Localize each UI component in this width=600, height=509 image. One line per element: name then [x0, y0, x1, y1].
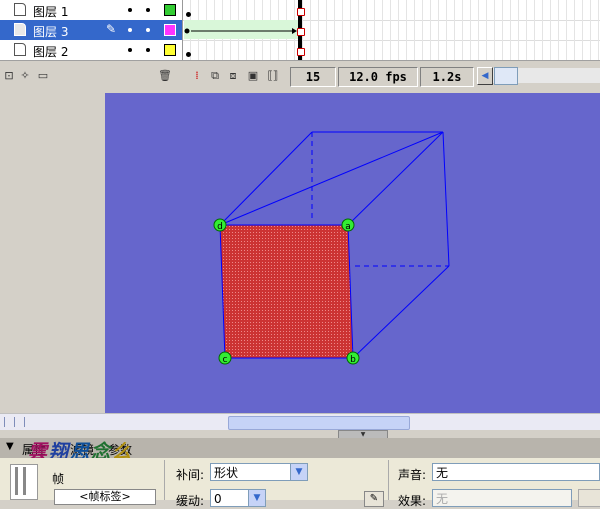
front-face-shape [219, 224, 354, 359]
trash-icon[interactable]: 🗑 [158, 69, 172, 83]
shape-hint-b: b [346, 351, 360, 365]
insert-folder-icon[interactable]: ▭ [36, 69, 50, 83]
scroll-left-button[interactable]: ◀ [477, 67, 493, 85]
visibility-dot[interactable] [128, 8, 132, 12]
current-frame-field: 15 [290, 67, 336, 87]
effect-label: 效果: [398, 494, 427, 508]
shape-tween-span[interactable] [184, 20, 299, 39]
frame-label: 帧 [52, 472, 65, 486]
layer-row-3[interactable]: 图层 3 ✎ [0, 20, 182, 41]
stage-drawing: d a c b [213, 131, 450, 365]
playhead-marker [297, 28, 305, 36]
tween-dropdown[interactable]: 形状 ▼ [210, 463, 308, 481]
edit-ease-button[interactable]: ✎ [364, 491, 384, 507]
frame-row[interactable] [183, 20, 600, 41]
frame-row[interactable] [183, 0, 600, 21]
ease-value: 0 [214, 492, 222, 506]
edit-sound-button[interactable] [578, 489, 600, 507]
outline-color-swatch[interactable] [164, 24, 176, 36]
pencil-icon: ✎ [106, 22, 117, 36]
shape-hint-c: c [218, 351, 232, 365]
sound-label: 声音: [398, 468, 427, 482]
svg-text:b: b [350, 355, 356, 365]
frame-thumbnail [10, 464, 38, 500]
cube-edge [352, 265, 450, 359]
lock-dot[interactable] [146, 8, 150, 12]
svg-text:c: c [223, 355, 228, 365]
keyframe-dot[interactable] [186, 52, 191, 57]
layer-icon [14, 43, 26, 56]
properties-panel: 帧 <帧标签> 补间: 形状 ▼ 缓动: 0 ▼ ✎ 声音: 无 效果: 无 [0, 458, 600, 508]
tween-arrow-icon [184, 28, 297, 34]
svg-text:a: a [345, 222, 351, 232]
cube-edge [219, 131, 313, 226]
timeline-scroll-thumb[interactable] [494, 67, 518, 85]
playhead-marker [297, 48, 305, 56]
layer-row-2[interactable]: 图层 2 [0, 40, 182, 61]
sound-value: 无 [436, 466, 449, 480]
chevron-down-icon[interactable]: ▼ [290, 464, 307, 480]
center-frame-icon[interactable]: ⁞ [190, 69, 204, 83]
frames-area[interactable] [182, 0, 600, 61]
stage-canvas[interactable]: d a c b [105, 93, 600, 413]
effect-dropdown[interactable]: 无 [432, 489, 572, 507]
collapse-triangle-icon[interactable]: ▼ [6, 441, 14, 452]
stage-scroll-thumb[interactable] [228, 416, 410, 430]
modify-onion-markers-icon[interactable]: ⟦⟧ [266, 69, 280, 83]
frame-row[interactable] [183, 40, 600, 61]
svg-text:d: d [217, 222, 223, 232]
chevron-down-icon[interactable]: ▼ [248, 490, 265, 506]
layer-name: 图层 1 [33, 5, 69, 19]
add-guide-layer-icon[interactable]: ✧ [18, 69, 32, 83]
insert-layer-icon[interactable]: ⊡ [2, 69, 16, 83]
onion-outline-icon[interactable]: ⧈ [226, 69, 240, 83]
tween-value: 形状 [214, 466, 239, 480]
layer-name: 图层 2 [33, 45, 69, 59]
onion-skin-icon[interactable]: ⧉ [208, 69, 222, 83]
stage-horizontal-scrollbar[interactable] [0, 413, 600, 431]
layer-icon [14, 23, 26, 36]
outline-color-swatch[interactable] [164, 44, 176, 56]
layer-icon [14, 3, 26, 16]
playhead-marker [297, 8, 305, 16]
timeline-toolbar: ⊡ ✧ ▭ 🗑 ⁞ ⧉ ⧈ ▣ ⟦⟧ 15 12.0 fps 1.2s ◀ [0, 60, 600, 94]
lock-dot[interactable] [146, 48, 150, 52]
elapsed-time-field: 1.2s [420, 67, 474, 87]
sound-dropdown[interactable]: 无 [432, 463, 600, 481]
ease-field[interactable]: 0 ▼ [210, 489, 266, 507]
effect-value: 无 [436, 492, 449, 506]
layer-name: 图层 3 [33, 25, 69, 39]
outline-color-swatch[interactable] [164, 4, 176, 16]
lock-dot[interactable] [146, 28, 150, 32]
cube-edge [442, 131, 450, 267]
edit-multiple-frames-icon[interactable]: ▣ [246, 69, 260, 83]
layer-row-1[interactable]: 图层 1 [0, 0, 182, 21]
ease-label: 缓动: [176, 494, 205, 508]
frame-label-input[interactable]: <帧标签> [54, 489, 156, 505]
cube-edge [347, 131, 444, 226]
cube-edge [219, 131, 444, 226]
keyframe-dot[interactable] [186, 12, 191, 17]
visibility-dot[interactable] [128, 48, 132, 52]
frame-rate-field[interactable]: 12.0 fps [338, 67, 418, 87]
tween-label: 补间: [176, 468, 205, 482]
visibility-dot[interactable] [128, 28, 132, 32]
